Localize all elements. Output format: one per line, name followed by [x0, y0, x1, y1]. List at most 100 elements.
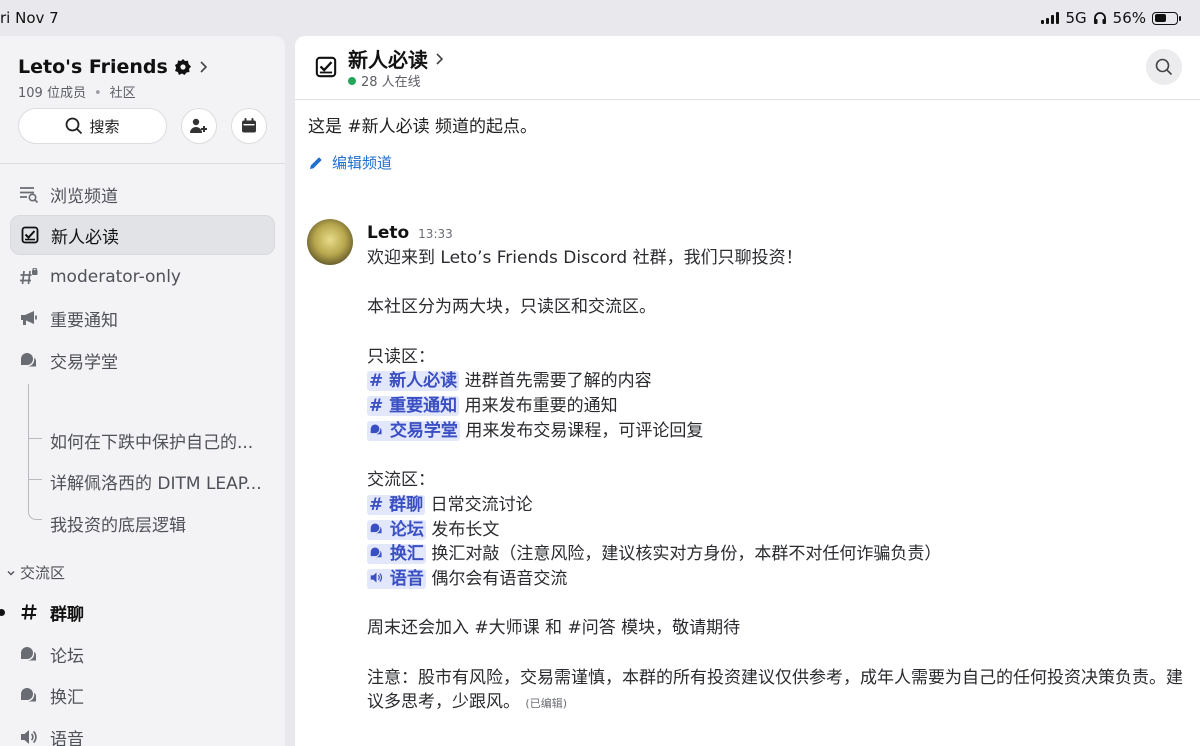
- search-label: 搜索: [89, 117, 120, 136]
- forum-icon: [18, 643, 40, 665]
- channel-moderator-only-label: moderator-only: [50, 267, 181, 287]
- channel-forum[interactable]: 论坛: [10, 634, 275, 674]
- status-indicators: 5G 56%: [1041, 9, 1181, 27]
- server-name: Leto's Friends: [18, 56, 168, 78]
- sidebar-divider: [0, 163, 285, 164]
- battery-icon: [1152, 11, 1181, 25]
- pencil-icon: [310, 156, 322, 169]
- message-line: # 重要通知 用来发布重要的通知: [367, 396, 618, 417]
- thread-item[interactable]: 我投资的底层逻辑: [50, 511, 186, 536]
- message-line: 交易学堂 用来发布交易课程，可评论回复: [367, 419, 1187, 444]
- search-icon: [66, 117, 83, 135]
- calendar-icon: [242, 118, 256, 133]
- channel-trading-school-label: 交易学堂: [50, 352, 118, 373]
- browse-channels-icon: [18, 183, 40, 205]
- server-type: 社区: [109, 86, 136, 101]
- megaphone-icon: [18, 307, 40, 329]
- main-panel: 新人必读 28 人在线 这是 #新人必读 频道的起点。 编辑频道 Leto 13…: [295, 36, 1200, 746]
- chevron-down-icon: [7, 570, 15, 575]
- channel-voice-label: 语音: [50, 729, 84, 746]
- invite-button[interactable]: [181, 108, 217, 144]
- channel-intro: 这是 #新人必读 频道的起点。: [308, 117, 538, 137]
- channel-voice[interactable]: 语音: [10, 717, 275, 746]
- channel-forum-label: 论坛: [50, 646, 84, 667]
- rules-icon: [19, 224, 41, 246]
- message-line: 注意：股市有风险，交易需谨慎，本群的所有投资建议仅供参考，成年人需要为自己的任何…: [367, 667, 1183, 713]
- header-search-button[interactable]: [1146, 49, 1182, 85]
- channel-mention[interactable]: 论坛: [367, 519, 426, 540]
- speaker-icon: [370, 572, 383, 583]
- edited-label: (已编辑): [525, 697, 567, 711]
- channel-trading-school[interactable]: 交易学堂: [10, 340, 275, 380]
- edit-channel-label: 编辑频道: [332, 154, 393, 172]
- channel-mention[interactable]: # 重要通知: [367, 396, 460, 417]
- message-line: 语音 偶尔会有语音交流: [367, 567, 1187, 592]
- search-button[interactable]: 搜索: [18, 108, 167, 144]
- message-body: 欢迎来到 Leto’s Friends Discord 社群，我们只聊投资！ 本…: [367, 246, 1187, 717]
- message-line: 周末还会加入 #大师课 和 #问答 模块，敬请期待: [367, 618, 741, 639]
- signal-icon: [1041, 12, 1060, 24]
- unread-indicator: [0, 609, 5, 616]
- forum-icon: [370, 523, 382, 533]
- edit-channel-link[interactable]: 编辑频道: [308, 152, 392, 173]
- status-bar: ri Nov 7 5G 56%: [0, 0, 1200, 36]
- message-line: 交流区：: [367, 470, 435, 491]
- verified-badge-icon: [174, 59, 191, 75]
- channel-rules[interactable]: 新人必读: [10, 215, 275, 255]
- forum-icon: [370, 547, 382, 558]
- channel-announcements[interactable]: 重要通知: [10, 298, 275, 338]
- member-count: 109 位成员: [18, 86, 86, 101]
- message-line: 本社区分为两大块，只读区和交流区。: [367, 297, 656, 318]
- speaker-icon: [18, 726, 40, 746]
- thread-connector: [28, 384, 42, 480]
- thread-item[interactable]: 详解佩洛西的 DITM LEAP...: [50, 469, 262, 494]
- forum-icon: [18, 349, 40, 371]
- channel-header: 新人必读 28 人在线: [295, 36, 1200, 100]
- channel-moderator-only[interactable]: moderator-only: [10, 257, 275, 297]
- channel-exchange[interactable]: 换汇: [10, 675, 275, 715]
- server-header[interactable]: Leto's Friends 109 位成员 • 社区: [18, 56, 208, 101]
- browse-channels-label: 浏览频道: [50, 186, 118, 207]
- online-dot: [348, 76, 356, 85]
- sidebar: Leto's Friends 109 位成员•社区 搜索 浏览频道 新人必读: [0, 36, 285, 746]
- status-time: ri Nov 7: [0, 9, 59, 27]
- channel-mention[interactable]: # 新人必读: [367, 371, 460, 392]
- locked-hash-icon: [18, 266, 40, 288]
- message-author[interactable]: Leto: [367, 223, 409, 243]
- channel-mention[interactable]: 语音: [367, 568, 426, 589]
- avatar[interactable]: [307, 219, 353, 265]
- hash-icon: [18, 601, 40, 623]
- message-line: 换汇 换汇对敲（注意风险，建议核实对方身份，本群不对任何诈骗负责）: [367, 542, 1187, 567]
- category-label: 交流区: [20, 564, 66, 582]
- channel-mention[interactable]: 交易学堂: [367, 420, 460, 441]
- category-chat[interactable]: 交流区: [6, 562, 65, 583]
- message-time: 13:33: [418, 227, 453, 241]
- message-line: 只读区：: [367, 346, 435, 367]
- network-label: 5G: [1065, 9, 1087, 27]
- channel-title[interactable]: 新人必读: [348, 44, 444, 73]
- channel-mention[interactable]: # 群聊: [367, 494, 426, 515]
- message-line: 欢迎来到 Leto’s Friends Discord 社群，我们只聊投资！: [367, 248, 803, 268]
- headphones-icon: [1093, 12, 1106, 24]
- channel-group-chat[interactable]: 群聊: [10, 592, 275, 632]
- channel-title-text: 新人必读: [348, 48, 428, 72]
- channel-mention[interactable]: 换汇: [367, 544, 426, 565]
- channel-announcements-label: 重要通知: [50, 310, 118, 331]
- message-line: # 群聊 日常交流讨论: [367, 494, 533, 515]
- search-icon: [1155, 58, 1173, 76]
- battery-percent: 56%: [1112, 9, 1146, 27]
- add-member-icon: [190, 118, 207, 133]
- forum-icon: [370, 424, 382, 435]
- events-button[interactable]: [231, 108, 267, 144]
- online-count: 28 人在线: [361, 75, 421, 90]
- message-line: 论坛 发布长文: [367, 518, 1187, 543]
- forum-icon: [18, 684, 40, 706]
- thread-item[interactable]: 如何在下跌中保护自己的...: [50, 428, 253, 453]
- rules-icon: [315, 56, 337, 82]
- message-line: # 新人必读 进群首先需要了解的内容: [367, 371, 652, 392]
- channel-exchange-label: 换汇: [50, 687, 84, 708]
- chevron-right-icon: [200, 61, 207, 73]
- channel-rules-label: 新人必读: [51, 227, 119, 248]
- chevron-right-icon: [436, 52, 444, 65]
- browse-channels[interactable]: 浏览频道: [10, 174, 275, 214]
